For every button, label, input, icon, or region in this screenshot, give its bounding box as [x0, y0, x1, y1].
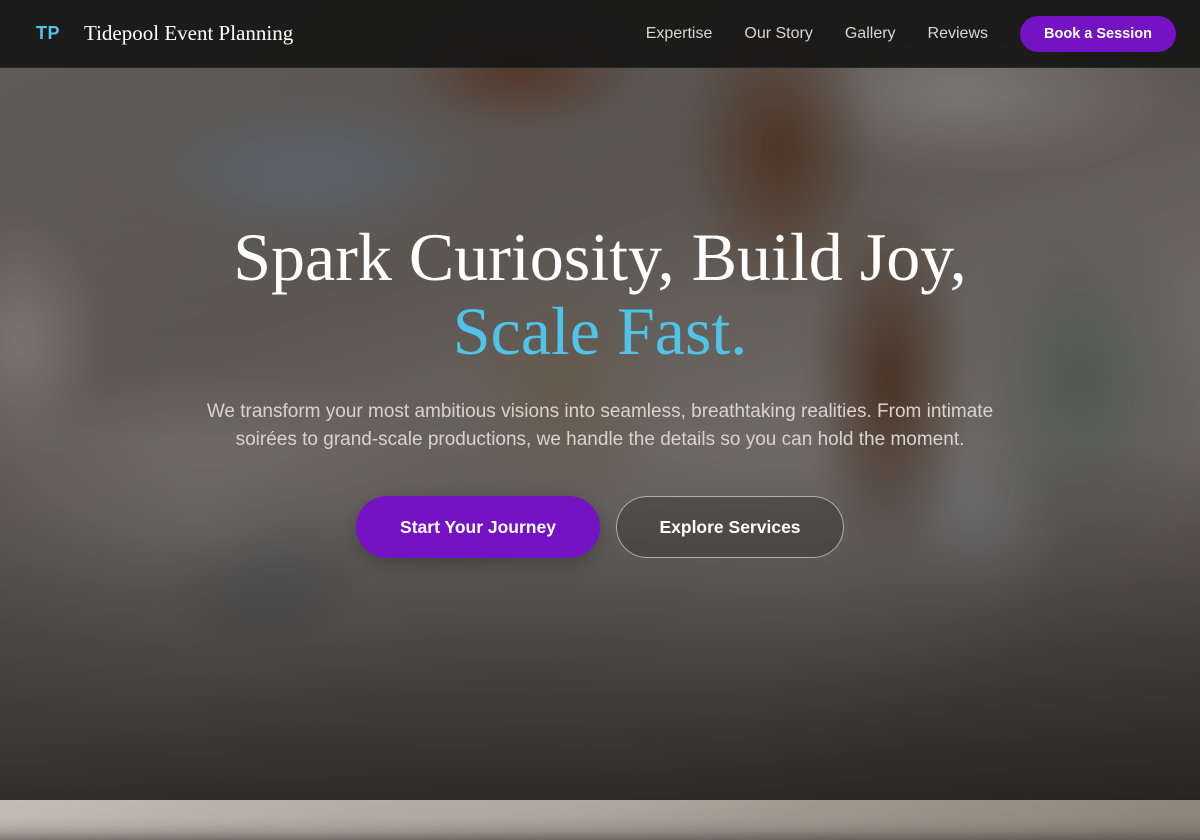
headline-line-1: Spark Curiosity, Build Joy,	[233, 219, 967, 295]
nav-links: Expertise Our Story Gallery Reviews Book…	[646, 15, 1176, 52]
hero-subtext: We transform your most ambitious visions…	[206, 401, 994, 450]
hero-headline: Spark Curiosity, Build Joy, Scale Fast.	[0, 220, 1200, 368]
nav-link-gallery[interactable]: Gallery	[845, 25, 896, 43]
brand-name[interactable]: Tidepool Event Planning	[84, 21, 293, 46]
explore-services-button[interactable]: Explore Services	[616, 496, 844, 558]
nav-link-expertise[interactable]: Expertise	[646, 25, 713, 43]
hero-cta-row: Start Your Journey Explore Services	[0, 496, 1200, 558]
nav-link-reviews[interactable]: Reviews	[928, 25, 988, 43]
hero-section: Spark Curiosity, Build Joy, Scale Fast. …	[0, 220, 1200, 558]
logo-mark[interactable]: TP	[36, 23, 84, 44]
navbar: TP Tidepool Event Planning Expertise Our…	[0, 0, 1200, 68]
nav-link-our-story[interactable]: Our Story	[744, 25, 812, 43]
book-session-button[interactable]: Book a Session	[1020, 15, 1176, 52]
headline-line-2-accent: Scale Fast.	[452, 293, 748, 369]
start-journey-button[interactable]: Start Your Journey	[356, 496, 600, 558]
